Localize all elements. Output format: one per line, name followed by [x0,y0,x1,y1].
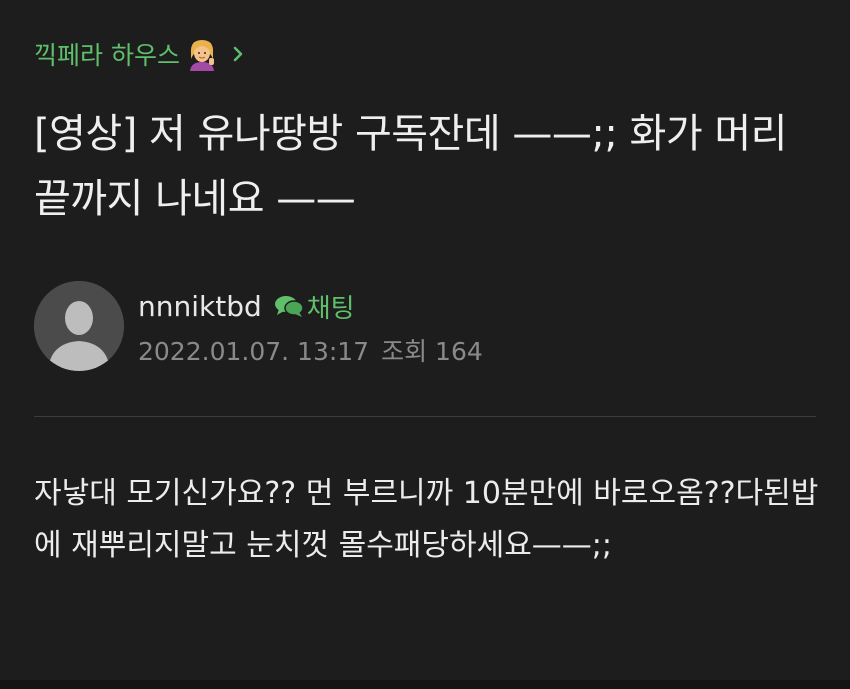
post-meta: nnniktbd 채팅 2022.01.07. 13:17 조회 164 [138,284,483,368]
author-line: nnniktbd 채팅 [138,284,483,328]
bottom-edge [0,680,850,689]
cafe-name: 끽페라 하우스 [34,41,180,70]
person-tipping-hand-emoji [189,40,214,71]
chat-label: 채팅 [306,293,355,324]
chat-bubbles-icon [274,296,304,317]
view-count: 조회 164 [381,337,483,366]
chevron-right-icon [233,46,243,62]
author-avatar[interactable] [34,281,124,371]
post-date: 2022.01.07. 13:17 [138,337,370,366]
divider [34,416,816,417]
post-body: 자낳대 모기신가요?? 먼 부르니까 10분만에 바로오옴??다된밥에 재뿌리지… [34,476,819,563]
post-title: [영상] 저 유나땅방 구독잔데 ——;; 화가 머리 끝까지 나네요 —— [34,111,787,222]
chat-button[interactable]: 채팅 [274,288,355,325]
author-section: nnniktbd 채팅 2022.01.07. 13:17 조회 164 [34,281,483,371]
author-nickname[interactable]: nnniktbd [138,290,262,323]
default-avatar-icon [34,281,124,371]
post-info: 2022.01.07. 13:17 조회 164 [138,332,483,368]
cafe-name-link[interactable]: 끽페라 하우스 [34,36,244,72]
